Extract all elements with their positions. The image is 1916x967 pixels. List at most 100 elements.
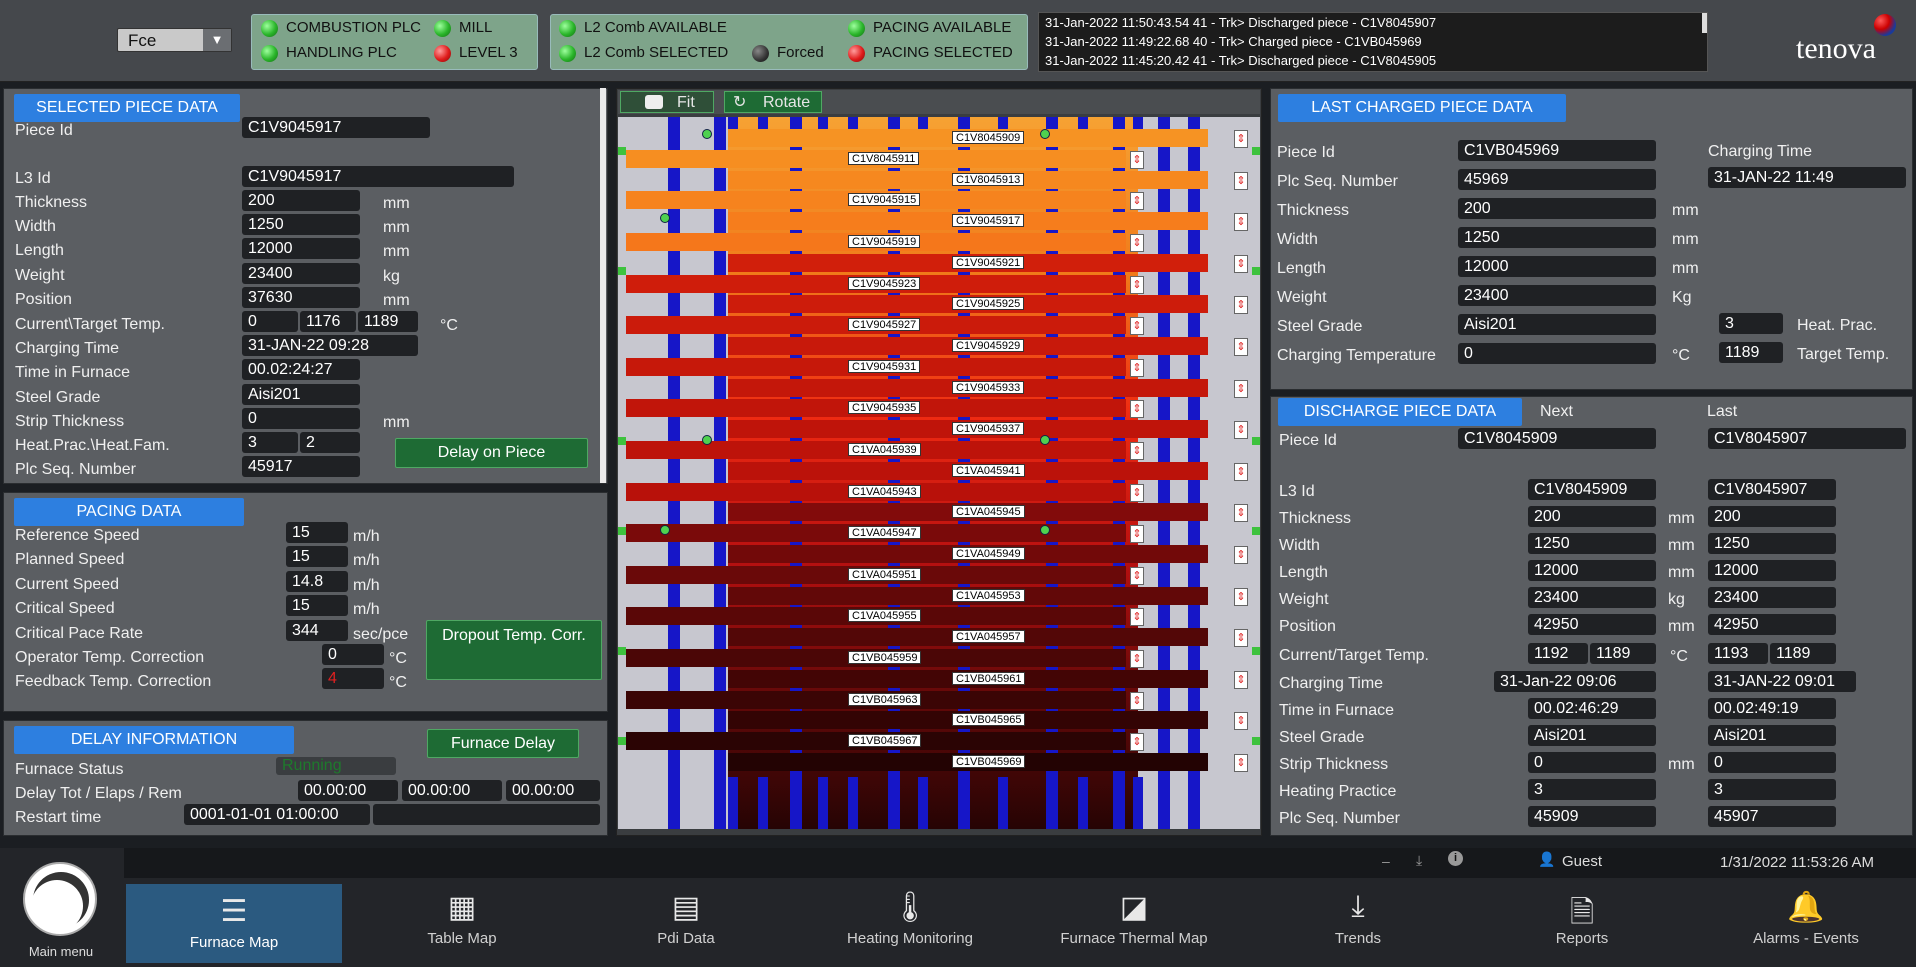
log-line: 31-Jan-2022 11:49:22.68 40 - Trk> Charge… xyxy=(1045,34,1422,49)
piece-arrow-icon[interactable]: ⇕ xyxy=(1130,608,1144,627)
operator-correction-value[interactable]: 0 xyxy=(322,644,384,665)
piece-arrow-icon[interactable]: ⇕ xyxy=(1130,150,1144,169)
piece-label[interactable]: C1VB045965 xyxy=(952,713,1026,727)
thickness-value: 200 xyxy=(242,190,360,211)
piece-arrow-icon[interactable]: ⇕ xyxy=(1234,629,1248,648)
piece-label[interactable]: C1VB045961 xyxy=(952,671,1026,685)
panel-scrollbar[interactable] xyxy=(600,88,606,483)
piece-label[interactable]: C1VB045969 xyxy=(952,755,1026,768)
piece-arrow-icon[interactable]: ⇕ xyxy=(1130,733,1144,752)
last-charged-value: C1VB045969 xyxy=(1458,140,1656,161)
piece-label[interactable]: C1VB045963 xyxy=(848,692,922,706)
piece-arrow-icon[interactable]: ⇕ xyxy=(1130,483,1144,502)
piece-arrow-icon[interactable]: ⇕ xyxy=(1130,192,1144,211)
piece-arrow-icon[interactable]: ⇕ xyxy=(1234,462,1248,481)
piece-label[interactable]: C1V8045911 xyxy=(848,151,920,165)
piece-label[interactable]: C1VA045949 xyxy=(952,547,1025,560)
piece-arrow-icon[interactable]: ⇕ xyxy=(1130,358,1144,377)
nav-furnace-thermal-map[interactable]: ◪ Furnace Thermal Map xyxy=(1022,880,1246,967)
piece-arrow-icon[interactable]: ⇕ xyxy=(1130,650,1144,668)
event-log[interactable]: 31-Jan-2022 11:50:43.54 41 - Trk> Discha… xyxy=(1038,12,1708,72)
piece-label[interactable]: C1VA045943 xyxy=(848,484,921,498)
piece-arrow-icon[interactable]: ⇕ xyxy=(1234,587,1248,606)
piece-arrow-icon[interactable]: ⇕ xyxy=(1234,213,1248,232)
piece-label[interactable]: C1V9045915 xyxy=(848,193,921,207)
field-label: Reference Speed xyxy=(15,527,140,544)
piece-label[interactable]: C1V9045927 xyxy=(848,318,921,332)
piece-arrow-icon[interactable]: ⇕ xyxy=(1234,130,1248,148)
piece-label[interactable]: C1V9045917 xyxy=(952,214,1025,228)
piece-label[interactable]: C1VA045947 xyxy=(848,526,921,540)
piece-label[interactable]: C1VA045953 xyxy=(952,588,1025,602)
piece-arrow-icon[interactable]: ⇕ xyxy=(1234,546,1248,564)
nav-pdi-data[interactable]: ▤ Pdi Data xyxy=(574,880,798,967)
info-icon[interactable]: i xyxy=(1448,851,1463,866)
piece-label[interactable]: C1VA045951 xyxy=(848,567,921,581)
furnace-select[interactable]: Fce ▼ xyxy=(117,28,232,52)
piece-arrow-icon[interactable]: ⇕ xyxy=(1234,254,1248,273)
piece-arrow-icon[interactable]: ⇕ xyxy=(1234,338,1248,356)
delay-on-piece-button[interactable]: Delay on Piece xyxy=(395,438,588,468)
piece-arrow-icon[interactable]: ⇕ xyxy=(1130,317,1144,336)
piece-label[interactable]: C1V8045913 xyxy=(952,172,1025,186)
piece-arrow-icon[interactable]: ⇕ xyxy=(1234,171,1248,190)
piece-arrow-icon[interactable]: ⇕ xyxy=(1130,525,1144,544)
piece-label[interactable]: C1V8045909 xyxy=(952,131,1025,144)
nav-trends[interactable]: ⤓ Trends xyxy=(1246,880,1470,967)
piece-label[interactable]: C1VA045941 xyxy=(952,463,1025,477)
led-icon xyxy=(434,19,451,37)
nav-furnace-map[interactable]: ☰ Furnace Map xyxy=(126,884,342,963)
piece-label[interactable]: C1V9045923 xyxy=(848,276,921,290)
table-map-icon: ▦ xyxy=(447,891,477,924)
piece-label[interactable]: C1VA045957 xyxy=(952,630,1025,644)
piece-arrow-icon[interactable]: ⇕ xyxy=(1234,421,1248,440)
furnace-map-canvas[interactable]: C1V8045909 ⇕ C1V8045913 ⇕ C1V9045917 ⇕ C1V9045… xyxy=(618,117,1260,829)
piece-arrow-icon[interactable]: ⇕ xyxy=(1234,754,1248,772)
pdi-data-icon: ▤ xyxy=(671,891,701,924)
piece-label[interactable]: C1VB045967 xyxy=(848,734,922,748)
scrollbar[interactable] xyxy=(1702,13,1707,33)
piece-arrow-icon[interactable]: ⇕ xyxy=(1130,691,1144,710)
next-value: 23400 xyxy=(1528,587,1656,608)
fit-toggle[interactable]: Fit xyxy=(620,91,714,113)
nav-reports[interactable]: 🗎 Reports xyxy=(1470,880,1694,967)
rotate-button[interactable]: ↻ Rotate xyxy=(724,91,822,113)
piece-label[interactable]: C1V9045921 xyxy=(952,255,1025,269)
piece-label[interactable]: C1V9045919 xyxy=(848,235,921,248)
piece-arrow-icon[interactable]: ⇕ xyxy=(1234,670,1248,689)
piece-arrow-icon[interactable]: ⇕ xyxy=(1234,296,1248,315)
piece-arrow-icon[interactable]: ⇕ xyxy=(1130,234,1144,252)
piece-arrow-icon[interactable]: ⇕ xyxy=(1130,566,1144,585)
piece-label[interactable]: C1VA045955 xyxy=(848,609,921,623)
field-label: Steel Grade xyxy=(15,389,101,406)
thermal-map-icon: ◪ xyxy=(1119,891,1149,924)
download-icon[interactable]: ⤓ xyxy=(1416,852,1422,869)
piece-arrow-icon[interactable]: ⇕ xyxy=(1234,379,1248,398)
minimize-icon[interactable]: – xyxy=(1382,853,1390,869)
piece-label[interactable]: C1V9045931 xyxy=(848,359,921,373)
heat-prac-label: Heat. Prac. xyxy=(1797,317,1878,334)
piece-arrow-icon[interactable]: ⇕ xyxy=(1234,504,1248,523)
nav-heating-monitoring[interactable]: 🌡 Heating Monitoring xyxy=(798,880,1022,967)
piece-label[interactable]: C1VA045945 xyxy=(952,505,1025,519)
piece-arrow-icon[interactable]: ⇕ xyxy=(1130,442,1144,460)
piece-arrow-icon[interactable]: ⇕ xyxy=(1130,400,1144,419)
last-charged-value: 23400 xyxy=(1458,285,1656,306)
piece-label[interactable]: C1V9045925 xyxy=(952,297,1025,311)
dropout-temp-corr-button[interactable]: Dropout Temp. Corr. xyxy=(426,620,602,680)
piece-arrow-icon[interactable]: ⇕ xyxy=(1130,275,1144,294)
nav-alarms-events[interactable]: 🔔 Alarms - Events xyxy=(1694,880,1916,967)
piece-label[interactable]: C1VA045939 xyxy=(848,443,921,456)
piece-label[interactable]: C1V9045933 xyxy=(952,380,1025,394)
unit: m/h xyxy=(353,577,380,594)
selected-piece-title: SELECTED PIECE DATA xyxy=(14,94,240,122)
main-menu-button[interactable]: Main menu xyxy=(0,848,124,967)
piece-arrow-icon[interactable]: ⇕ xyxy=(1234,712,1248,731)
furnace-delay-button[interactable]: Furnace Delay xyxy=(427,729,579,758)
field-label: Critical Pace Rate xyxy=(15,625,144,642)
piece-label[interactable]: C1V9045935 xyxy=(848,401,921,415)
piece-label[interactable]: C1V9045937 xyxy=(952,422,1025,436)
piece-label[interactable]: C1VB045959 xyxy=(848,651,922,664)
piece-label[interactable]: C1V9045929 xyxy=(952,339,1025,352)
nav-table-map[interactable]: ▦ Table Map xyxy=(350,880,574,967)
